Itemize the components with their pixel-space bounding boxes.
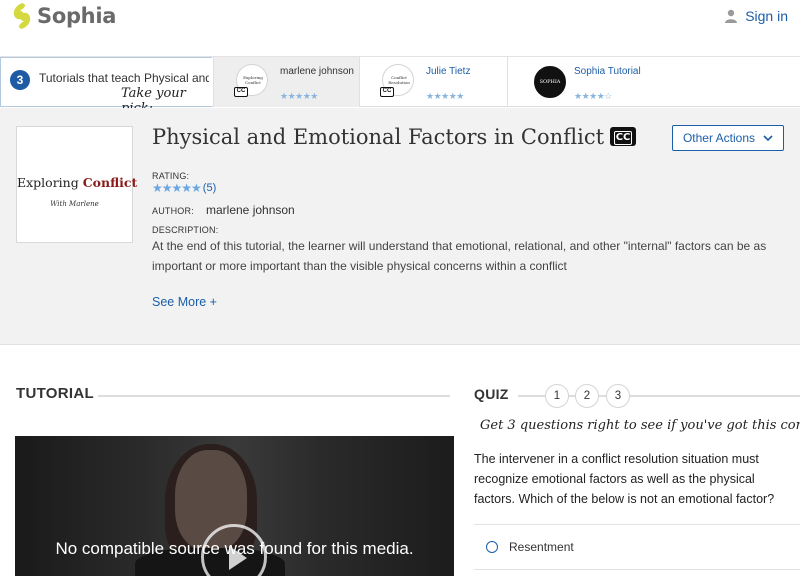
- cover-subtitle: With Marlene: [50, 200, 99, 208]
- cover-title: Exploring Conflict: [17, 175, 138, 190]
- star-rating-icon: ★★★★☆: [574, 91, 612, 101]
- tutorial-author: Sophia Tutorial: [574, 66, 641, 77]
- description-text: At the end of this tutorial, the learner…: [152, 239, 767, 273]
- sophia-logo[interactable]: Sophia: [10, 2, 116, 30]
- other-actions-label: Other Actions: [682, 131, 756, 145]
- description-label: DESCRIPTION:: [152, 225, 219, 235]
- rating-label: RATING:: [152, 171, 190, 181]
- thumb-text: Conflict Resolution: [388, 75, 410, 85]
- cc-icon: CC: [234, 87, 248, 97]
- quiz-question-3[interactable]: 3: [606, 384, 630, 408]
- rating-count[interactable]: (5): [203, 182, 216, 194]
- tutorial-cover-image: Exploring Conflict With Marlene: [16, 126, 138, 243]
- quiz-heading: QUIZ: [474, 386, 509, 402]
- author-name: marlene johnson: [206, 203, 295, 217]
- tutorials-strip: 3 Tutorials that teach Physical and Emot…: [0, 57, 800, 116]
- author-label: AUTHOR:: [152, 206, 194, 216]
- see-more-link[interactable]: See More +: [152, 295, 217, 309]
- divider: [98, 395, 450, 397]
- thumb-text: SOPHIA: [539, 79, 561, 85]
- tutorials-count-badge: 3: [10, 70, 30, 90]
- answer-label: Resentment: [509, 540, 574, 554]
- rating: ★★★★★ (5): [152, 181, 216, 195]
- cc-icon: CC: [380, 87, 394, 97]
- site-header: Sophia Sign in: [0, 0, 800, 57]
- user-icon: [725, 9, 738, 23]
- tutorials-count-box: 3 Tutorials that teach Physical and Emot…: [0, 57, 212, 116]
- video-error-message: No compatible source was found for this …: [55, 539, 414, 558]
- tutorial-info-panel: Exploring Conflict With Marlene Physical…: [0, 108, 800, 345]
- page-title: Physical and Emotional Factors in Confli…: [152, 125, 637, 149]
- quiz-question-2[interactable]: 2: [575, 384, 599, 408]
- sophia-leaf-icon: [13, 3, 31, 29]
- tutorial-thumbnail: SOPHIA: [534, 66, 566, 98]
- closed-captions-icon: CC: [610, 127, 637, 146]
- star-rating-icon: ★★★★★: [280, 91, 318, 101]
- quiz-question-text: The intervener in a conflict resolution …: [474, 452, 775, 506]
- tutorial-author: marlene johnson: [280, 66, 354, 77]
- radio-button[interactable]: [486, 541, 498, 553]
- star-rating-icon: ★★★★★: [426, 91, 464, 101]
- tutorial-card-julie[interactable]: Conflict Resolution CC Julie Tietz ★★★★★: [359, 57, 507, 107]
- sign-in-label: Sign in: [745, 8, 788, 24]
- chevron-down-icon: [763, 135, 773, 141]
- quiz-tagline: Get 3 questions right to see if you've g…: [480, 418, 800, 433]
- star-rating-icon: ★★★★★: [152, 181, 202, 195]
- other-actions-button[interactable]: Other Actions: [672, 125, 784, 151]
- tutorials-intro-text: Tutorials that teach Physical and Emotio…: [39, 71, 209, 85]
- logo-text: Sophia: [37, 4, 117, 28]
- thumb-text: Exploring Conflict: [243, 75, 263, 85]
- tutorial-card-marlene[interactable]: Exploring Conflict CC marlene johnson ★★…: [213, 57, 359, 107]
- quiz-answer-option[interactable]: Resentment: [474, 524, 800, 570]
- tutorial-card-sophia[interactable]: SOPHIA Sophia Tutorial ★★★★☆: [507, 57, 800, 107]
- sign-in-link[interactable]: Sign in: [724, 8, 788, 24]
- video-player[interactable]: No compatible source was found for this …: [15, 436, 454, 576]
- quiz-question-1[interactable]: 1: [545, 384, 569, 408]
- tutorial-author: Julie Tietz: [426, 66, 471, 77]
- tutorial-heading: TUTORIAL: [16, 385, 94, 402]
